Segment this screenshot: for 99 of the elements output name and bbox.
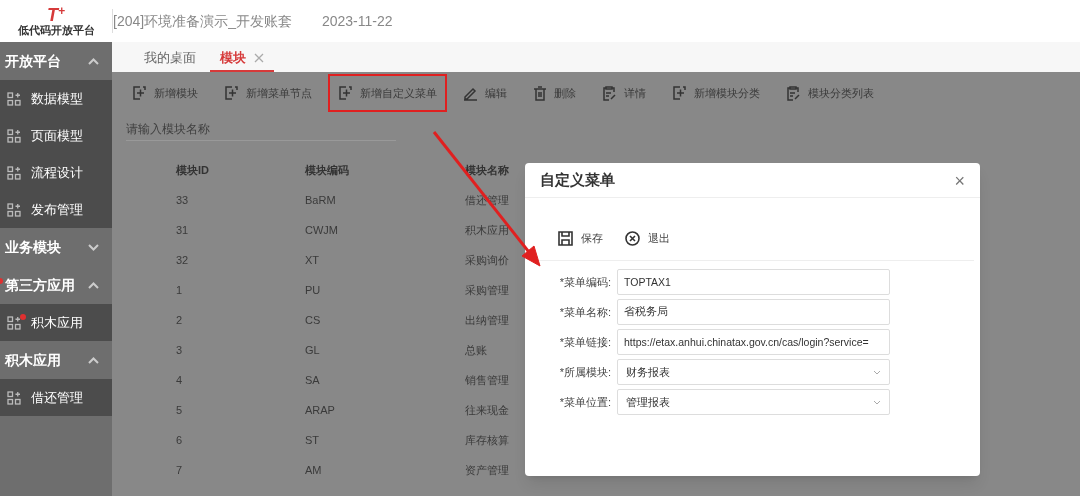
item-label: 页面模型 bbox=[31, 126, 83, 145]
table-cell-text: PU bbox=[304, 282, 322, 298]
table-cell-text: GL bbox=[304, 342, 321, 358]
table-cell-text: BaRM bbox=[304, 192, 337, 208]
table-cell-text: ARAP bbox=[304, 402, 336, 418]
table-cell-text: 3 bbox=[175, 342, 184, 358]
table-cell-text: 出纳管理 bbox=[464, 312, 510, 328]
chevron-down-icon bbox=[873, 399, 881, 405]
chevron-down-icon bbox=[88, 243, 99, 251]
field-label: *菜单名称: bbox=[558, 304, 611, 320]
field-label: *菜单编码: bbox=[558, 274, 611, 290]
toolbar-button[interactable]: 详情 bbox=[592, 73, 656, 113]
table-cell-text: 32 bbox=[175, 252, 190, 268]
table-cell-text: CWJM bbox=[304, 222, 339, 238]
chevron-up-icon bbox=[88, 356, 99, 364]
input-field[interactable]: 省税务局 bbox=[617, 299, 890, 325]
chevron-down-icon bbox=[873, 369, 881, 375]
table-cell-text: 总账 bbox=[464, 342, 488, 358]
group-label: 积木应用 bbox=[5, 350, 61, 370]
table-cell-text: 销售管理 bbox=[464, 372, 510, 388]
chevron-up-icon bbox=[88, 281, 99, 289]
table-cell-text: CS bbox=[304, 312, 322, 328]
sidebar-item[interactable]: 数据模型 bbox=[0, 80, 112, 117]
select-field[interactable]: 管理报表 bbox=[617, 389, 890, 415]
apps-icon bbox=[7, 91, 21, 106]
sidebar-item[interactable]: 流程设计 bbox=[0, 154, 112, 191]
field-label: *菜单位置: bbox=[558, 394, 611, 410]
table-cell-text: 库存核算 bbox=[464, 432, 510, 448]
clipboard-icon bbox=[786, 85, 801, 101]
field-label: *所属模块: bbox=[558, 364, 611, 380]
chevron-up-icon bbox=[88, 57, 99, 65]
input-field[interactable]: https://etax.anhui.chinatax.gov.cn/cas/login?service= bbox=[617, 329, 890, 355]
apps-icon bbox=[7, 315, 21, 330]
table-cell-text: ST bbox=[304, 432, 321, 448]
table-cell-text: 往来现金 bbox=[464, 402, 510, 418]
date-label: 2023-11-22 bbox=[321, 11, 393, 31]
table-cell-text: AM bbox=[304, 462, 323, 478]
table-cell-text: 2 bbox=[175, 312, 184, 328]
table-cell-text: 6 bbox=[175, 432, 184, 448]
item-label: 发布管理 bbox=[31, 200, 83, 219]
dialog-title: 自定义菜单 bbox=[540, 170, 615, 191]
toolbar-button[interactable]: 新增自定义菜单 bbox=[328, 73, 447, 113]
field-label: *菜单链接: bbox=[558, 334, 611, 350]
account-title: [204]环境准备演示_开发账套 bbox=[113, 11, 292, 31]
item-label: 数据模型 bbox=[31, 89, 83, 108]
table-cell-text: 1 bbox=[175, 282, 184, 298]
table-cell-text: 采购管理 bbox=[464, 282, 510, 298]
tab[interactable]: 我的桌面 bbox=[134, 45, 206, 72]
tab[interactable]: 模块 bbox=[210, 45, 274, 72]
toolbar-button[interactable]: 编辑 bbox=[453, 73, 517, 113]
group-label: 业务模块 bbox=[5, 237, 61, 257]
apps-icon bbox=[7, 165, 21, 180]
sidebar-item[interactable]: 页面模型 bbox=[0, 117, 112, 154]
column-header: 模块ID bbox=[175, 162, 210, 178]
table-cell-text: 资产管理 bbox=[464, 462, 510, 478]
save-button[interactable]: 保存 bbox=[558, 230, 603, 247]
toolbar-button[interactable]: 新增模块分类 bbox=[662, 73, 770, 113]
apps-icon bbox=[7, 202, 21, 217]
exit-button[interactable]: 退出 bbox=[625, 230, 670, 247]
save-icon bbox=[558, 231, 573, 246]
add-icon bbox=[132, 85, 147, 101]
table-cell-text: 33 bbox=[175, 192, 190, 208]
table-cell-text: 4 bbox=[175, 372, 184, 388]
apps-icon bbox=[7, 128, 21, 143]
input-field[interactable]: TOPTAX1 bbox=[617, 269, 890, 295]
table-cell-text: 31 bbox=[175, 222, 190, 238]
clipboard-icon bbox=[602, 85, 617, 101]
pencil-icon bbox=[463, 85, 478, 101]
group-label: 第三方应用 bbox=[5, 275, 75, 295]
add-icon bbox=[224, 85, 239, 101]
table-cell-text: 采购询价 bbox=[464, 252, 510, 268]
select-field[interactable]: 财务报表 bbox=[617, 359, 890, 385]
group-label: 开放平台 bbox=[5, 51, 61, 71]
toolbar-button[interactable]: 新增模块 bbox=[122, 73, 208, 113]
close-button[interactable]: × bbox=[954, 171, 965, 190]
sidebar-item[interactable]: 发布管理 bbox=[0, 191, 112, 228]
toolbar-button[interactable]: 模块分类列表 bbox=[776, 73, 884, 113]
close-circle-icon bbox=[625, 231, 640, 246]
apps-icon bbox=[7, 390, 21, 405]
search-field[interactable]: 请输入模块名称 bbox=[126, 117, 396, 141]
sidebar-item[interactable]: 积木应用 bbox=[0, 304, 112, 341]
add-icon bbox=[672, 85, 687, 101]
logo-mark: T$^{+}$ bbox=[47, 5, 65, 24]
table-cell-text: SA bbox=[304, 372, 321, 388]
table-cell-text: 5 bbox=[175, 402, 184, 418]
add-icon bbox=[338, 85, 353, 101]
logo-text: 低代码开放平台 bbox=[17, 23, 95, 37]
sidebar-item[interactable]: 借还管理 bbox=[0, 379, 112, 416]
table-cell-text: 积木应用 bbox=[464, 222, 510, 238]
column-header: 模块编码 bbox=[304, 162, 350, 178]
table-cell-text: 7 bbox=[175, 462, 184, 478]
trash-icon bbox=[533, 85, 547, 101]
item-label: 流程设计 bbox=[31, 163, 83, 182]
table-cell-text: XT bbox=[304, 252, 321, 268]
item-label: 借还管理 bbox=[31, 388, 83, 407]
toolbar-button[interactable]: 删除 bbox=[523, 73, 586, 113]
item-label: 积木应用 bbox=[31, 313, 83, 332]
toolbar-button[interactable]: 新增菜单节点 bbox=[214, 73, 322, 113]
close-tab-icon[interactable] bbox=[254, 52, 264, 63]
